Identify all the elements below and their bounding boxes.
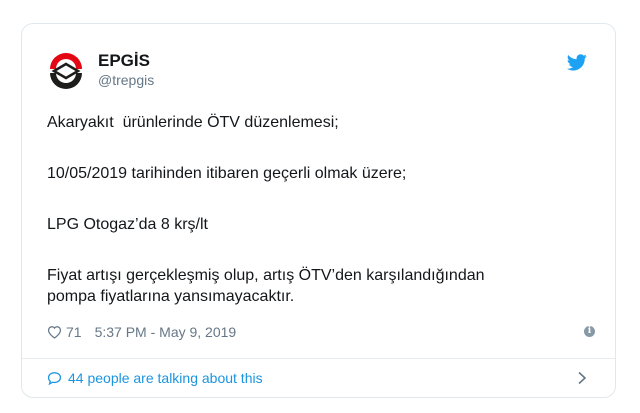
chevron-right-icon[interactable]: [577, 371, 587, 385]
divider: [22, 358, 615, 359]
speech-bubble-icon: [47, 372, 62, 385]
tweet-text-line-2: 10/05/2019 tarihinden itibaren geçerli o…: [47, 165, 407, 182]
display-name[interactable]: EPGİS: [98, 51, 150, 71]
user-handle[interactable]: @trepgis: [98, 72, 154, 88]
heart-icon[interactable]: [47, 325, 62, 339]
like-count[interactable]: 71: [66, 324, 82, 340]
tweet-text-line-1: Akaryakıt ürünlerinde ÖTV düzenlemesi;: [47, 114, 339, 131]
epgis-logo[interactable]: [46, 51, 86, 91]
tweet-meta: 71 5:37 PM - May 9, 2019: [47, 324, 236, 340]
conversation-label: 44 people are talking about this: [68, 370, 263, 386]
tweet-timestamp[interactable]: 5:37 PM - May 9, 2019: [95, 324, 237, 340]
info-icon[interactable]: i: [584, 326, 595, 337]
conversation-link[interactable]: 44 people are talking about this: [47, 370, 263, 386]
tweet-text-line-3: LPG Otogaz’da 8 krş/lt: [47, 216, 208, 233]
tweet-text-line-5: pompa fiyatlarına yansımayacaktır.: [47, 288, 295, 305]
twitter-bird-icon[interactable]: [567, 54, 587, 71]
tweet-card[interactable]: EPGİS @trepgis Akaryakıt ürünlerinde ÖTV…: [21, 23, 616, 398]
tweet-text-line-4: Fiyat artışı gerçekleşmiş olup, artış ÖT…: [47, 267, 485, 284]
